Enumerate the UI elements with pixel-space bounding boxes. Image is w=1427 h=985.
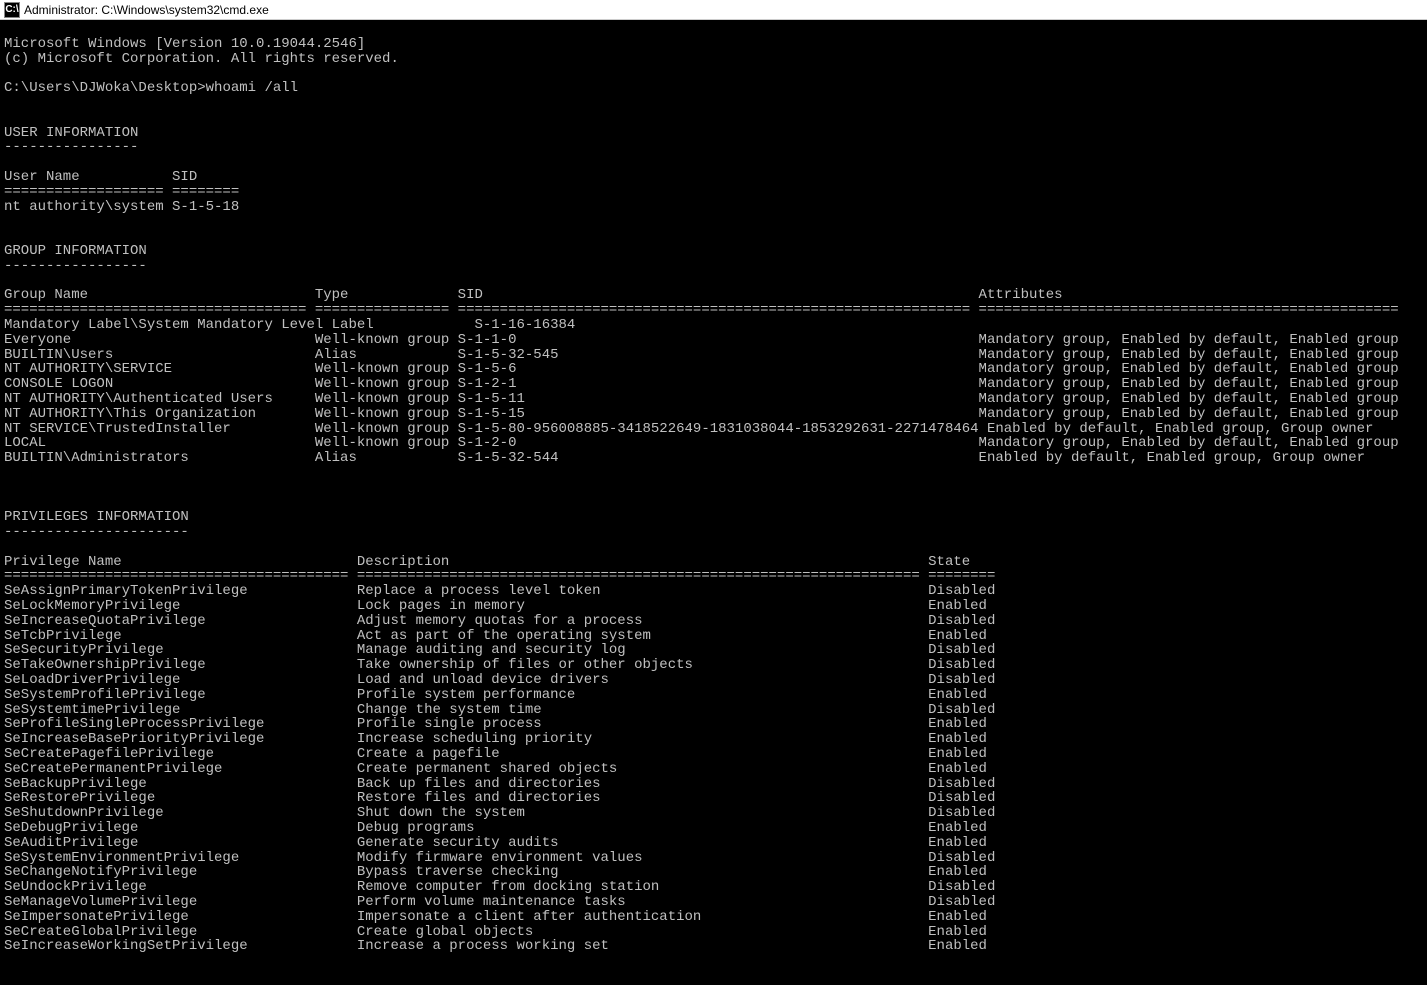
group-row: Everyone Well-known group S-1-1-0 Mandat… [4, 332, 1399, 348]
window-titlebar[interactable]: C:\ Administrator: C:\Windows\system32\c… [0, 0, 1427, 20]
cmd-icon: C:\ [4, 2, 20, 18]
group-row: CONSOLE LOGON Well-known group S-1-2-1 M… [4, 376, 1399, 392]
priv-row: SeSystemtimePrivilege Change the system … [4, 702, 995, 718]
priv-row: SeSystemEnvironmentPrivilege Modify firm… [4, 850, 995, 866]
priv-row: SeIncreaseWorkingSetPrivilege Increase a… [4, 938, 987, 954]
priv-row: SeCreatePagefilePrivilege Create a pagef… [4, 746, 987, 762]
priv-info-underline: ---------------------- [4, 524, 189, 540]
group-sep: ==================================== ===… [4, 302, 1399, 318]
version-line: Microsoft Windows [Version 10.0.19044.25… [4, 36, 365, 52]
group-row: NT AUTHORITY\Authenticated Users Well-kn… [4, 391, 1399, 407]
terminal-output[interactable]: Microsoft Windows [Version 10.0.19044.25… [0, 20, 1427, 956]
priv-sep: ========================================… [4, 568, 995, 584]
group-cols: Group Name Type SID Attributes [4, 287, 1063, 303]
group-row: LOCAL Well-known group S-1-2-0 Mandatory… [4, 435, 1399, 451]
group-row: NT SERVICE\TrustedInstaller Well-known g… [4, 421, 1373, 437]
user-info-cols: User Name SID [4, 169, 197, 185]
group-row: NT AUTHORITY\This Organization Well-know… [4, 406, 1399, 422]
priv-row: SeDebugPrivilege Debug programs Enabled [4, 820, 987, 836]
priv-row: SeSystemProfilePrivilege Profile system … [4, 687, 987, 703]
priv-row: SeProfileSingleProcessPrivilege Profile … [4, 716, 987, 732]
priv-row: SeImpersonatePrivilege Impersonate a cli… [4, 909, 987, 925]
group-info-heading: GROUP INFORMATION [4, 243, 147, 259]
priv-row: SeManageVolumePrivilege Perform volume m… [4, 894, 995, 910]
priv-row: SeBackupPrivilege Back up files and dire… [4, 776, 995, 792]
priv-info-heading: PRIVILEGES INFORMATION [4, 509, 189, 525]
group-row: Mandatory Label\System Mandatory Level L… [4, 317, 995, 333]
window-title: Administrator: C:\Windows\system32\cmd.e… [24, 3, 269, 17]
priv-row: SeShutdownPrivilege Shut down the system… [4, 805, 995, 821]
priv-row: SeCreateGlobalPrivilege Create global ob… [4, 924, 987, 940]
prompt-line: C:\Users\DJWoka\Desktop>whoami /all [4, 80, 298, 96]
priv-row: SeTcbPrivilege Act as part of the operat… [4, 628, 987, 644]
group-info-underline: ----------------- [4, 258, 147, 274]
priv-row: SeSecurityPrivilege Manage auditing and … [4, 642, 995, 658]
priv-row: SeTakeOwnershipPrivilege Take ownership … [4, 657, 995, 673]
priv-row: SeCreatePermanentPrivilege Create perman… [4, 761, 987, 777]
priv-cols: Privilege Name Description State [4, 554, 970, 570]
user-info-row: nt authority\system S-1-5-18 [4, 199, 239, 215]
priv-row: SeChangeNotifyPrivilege Bypass traverse … [4, 864, 987, 880]
group-row: BUILTIN\Users Alias S-1-5-32-545 Mandato… [4, 347, 1399, 363]
group-row: NT AUTHORITY\SERVICE Well-known group S-… [4, 361, 1399, 377]
priv-row: SeAuditPrivilege Generate security audit… [4, 835, 987, 851]
user-info-underline: ---------------- [4, 139, 138, 155]
user-info-heading: USER INFORMATION [4, 125, 138, 141]
priv-row: SeAssignPrimaryTokenPrivilege Replace a … [4, 583, 995, 599]
priv-row: SeLoadDriverPrivilege Load and unload de… [4, 672, 995, 688]
priv-row: SeRestorePrivilege Restore files and dir… [4, 790, 995, 806]
copyright-line: (c) Microsoft Corporation. All rights re… [4, 51, 399, 67]
priv-row: SeIncreaseQuotaPrivilege Adjust memory q… [4, 613, 995, 629]
priv-row: SeIncreaseBasePriorityPrivilege Increase… [4, 731, 987, 747]
priv-row: SeUndockPrivilege Remove computer from d… [4, 879, 995, 895]
group-row: BUILTIN\Administrators Alias S-1-5-32-54… [4, 450, 1365, 466]
priv-row: SeLockMemoryPrivilege Lock pages in memo… [4, 598, 987, 614]
user-info-sep: =================== ======== [4, 184, 239, 200]
